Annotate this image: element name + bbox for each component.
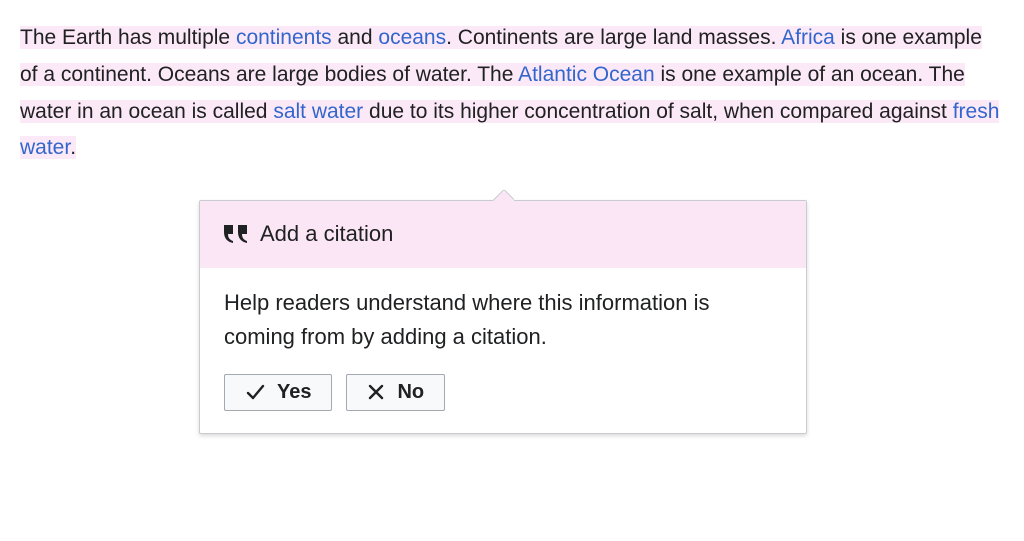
text-span: The Earth has multiple xyxy=(20,26,236,49)
wiki-link[interactable]: Africa xyxy=(781,26,835,49)
text-span: . Continents are large land masses. xyxy=(446,26,781,49)
yes-button[interactable]: Yes xyxy=(224,374,332,411)
popover-header: Add a citation xyxy=(200,201,806,268)
text-span: due to its higher concentration of salt,… xyxy=(363,100,953,123)
text-span: and xyxy=(332,26,379,49)
popover-notch xyxy=(492,190,514,201)
article-content: The Earth has multiple continents and oc… xyxy=(0,0,1024,167)
popover-body-text: Help readers understand where this infor… xyxy=(200,268,806,360)
popover-actions: Yes No xyxy=(200,360,806,433)
highlighted-paragraph[interactable]: The Earth has multiple continents and oc… xyxy=(20,26,999,159)
citation-popover-container: Add a citation Help readers understand w… xyxy=(199,200,807,434)
citation-popover: Add a citation Help readers understand w… xyxy=(199,200,807,434)
yes-label: Yes xyxy=(277,381,311,404)
check-icon xyxy=(245,382,265,402)
text-span: . xyxy=(70,136,76,159)
wiki-link[interactable]: Atlantic Ocean xyxy=(518,63,655,86)
wiki-link[interactable]: continents xyxy=(236,26,332,49)
no-label: No xyxy=(397,381,424,404)
quote-icon xyxy=(222,223,250,245)
popover-title: Add a citation xyxy=(260,215,393,254)
close-icon xyxy=(367,383,385,401)
wiki-link[interactable]: oceans xyxy=(378,26,446,49)
wiki-link[interactable]: salt water xyxy=(273,100,363,123)
no-button[interactable]: No xyxy=(346,374,445,411)
